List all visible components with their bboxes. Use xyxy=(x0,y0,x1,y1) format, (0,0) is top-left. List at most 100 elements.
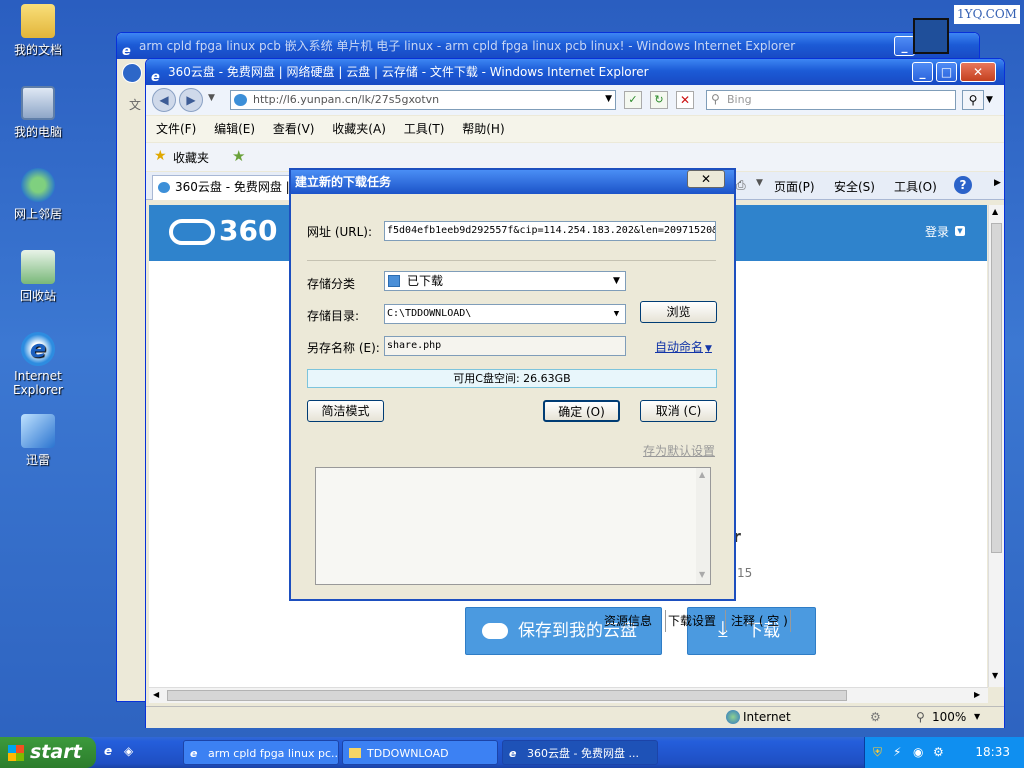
scroll-right-icon[interactable]: ▶ xyxy=(974,690,980,699)
tools-menu[interactable]: 工具(O) xyxy=(894,178,937,195)
browse-button[interactable]: 浏览 xyxy=(640,301,717,323)
login-dropdown-icon[interactable]: ▼ xyxy=(955,226,965,236)
minimize-button[interactable]: _ xyxy=(912,62,933,82)
new-download-dialog[interactable]: 建立新的下载任务 ✕ 网址 (URL): f5d04efb1eeb9d29255… xyxy=(289,168,791,632)
maximize-button[interactable]: □ xyxy=(936,62,957,82)
menu-edit[interactable]: 编辑(E) xyxy=(214,122,255,136)
status-bar: Internet ⚙ ⚲ 100% ▼ xyxy=(146,706,1004,728)
stop-icon[interactable]: ✕ xyxy=(676,91,694,109)
favorites-label[interactable]: 收藏夹 xyxy=(173,149,209,166)
dialog-close-button[interactable]: ✕ xyxy=(687,170,725,188)
desktop-icon-my-documents[interactable]: 我的文档 xyxy=(6,4,70,58)
thunder-float-icon[interactable] xyxy=(913,18,949,54)
file-date-text: 15 xyxy=(737,566,753,580)
tab-resource-info[interactable]: 资源信息 xyxy=(604,610,666,632)
task-arm-window[interactable]: e arm cpld fpga linux pc... xyxy=(183,740,339,765)
close-button[interactable]: ✕ xyxy=(960,62,996,82)
zoom-dropdown-icon[interactable]: ▼ xyxy=(974,712,980,721)
compatibility-icon[interactable]: ✓ xyxy=(624,91,642,109)
desktop-icon-label: 我的文档 xyxy=(13,43,62,57)
directory-dropdown-icon[interactable]: ▼ xyxy=(609,306,624,322)
desktop-icon-my-computer[interactable]: 我的电脑 xyxy=(6,86,70,140)
add-favorite-icon[interactable]: ★ xyxy=(232,147,245,165)
print-dropdown-icon[interactable]: ▼ xyxy=(756,178,763,188)
menu-help[interactable]: 帮助(H) xyxy=(462,122,504,136)
page-menu[interactable]: 页面(P) xyxy=(774,178,815,195)
network-tray-icon[interactable]: ⚡ xyxy=(893,737,901,768)
zoom-icon[interactable]: ⚲ xyxy=(916,710,925,724)
update-icon[interactable]: ⚙ xyxy=(933,737,944,768)
search-placeholder: Bing xyxy=(727,93,752,106)
protected-mode-icon[interactable]: ⚙ xyxy=(870,710,881,724)
more-commands-icon[interactable]: ▶ xyxy=(994,178,1001,188)
panel-scroll-up-icon[interactable]: ▲ xyxy=(699,470,705,479)
history-dropdown-icon[interactable]: ▼ xyxy=(208,93,215,103)
volume-icon[interactable]: ◉ xyxy=(913,737,923,768)
task-360yunpan[interactable]: e 360云盘 - 免费网盘 ... xyxy=(502,740,658,765)
quicklaunch-ie-icon[interactable]: e xyxy=(104,744,112,758)
menu-file[interactable]: 文件(F) xyxy=(156,122,196,136)
tab-notes[interactable]: 注释 ( 空 ) xyxy=(731,610,791,632)
auto-name-link[interactable]: 自动命名 ▼ xyxy=(655,338,712,355)
ok-button[interactable]: 确定 (O) xyxy=(543,400,620,422)
desktop-icon-internet-explorer[interactable]: e Internet Explorer xyxy=(6,332,70,397)
desktop-icon-network[interactable]: 网上邻居 xyxy=(6,168,70,222)
url-label: 网址 (URL): xyxy=(307,225,373,239)
dialog-divider xyxy=(307,260,716,261)
category-dropdown-icon[interactable]: ▼ xyxy=(609,273,624,289)
category-select[interactable]: 已下载 ▼ xyxy=(384,271,626,291)
system-tray: ⛨ ⚡ ◉ ⚙ 18:33 xyxy=(864,737,1024,768)
security-shield-icon[interactable]: ⛨ xyxy=(873,737,882,768)
ie-icon: e xyxy=(122,44,131,59)
search-input[interactable]: ⚲ Bing xyxy=(706,90,956,110)
refresh-icon[interactable]: ↻ xyxy=(650,91,668,109)
help-icon[interactable]: ? xyxy=(954,176,972,194)
network-icon xyxy=(21,168,55,202)
menu-bar: 文件(F) 编辑(E) 查看(V) 收藏夹(A) 工具(T) 帮助(H) xyxy=(146,116,1004,142)
back-arrow-icon[interactable]: ◀ xyxy=(152,88,176,112)
tab-download-settings[interactable]: 下载设置 xyxy=(668,610,726,632)
scroll-up-icon[interactable]: ▲ xyxy=(992,207,998,216)
url-field[interactable]: f5d04efb1eeb9d292557f&cip=114.254.183.20… xyxy=(384,221,716,241)
search-button[interactable]: ⚲ xyxy=(962,90,984,110)
desktop-icon-recycle-bin[interactable]: 回收站 xyxy=(6,250,70,304)
save-default-link[interactable]: 存为默认设置 xyxy=(643,442,715,459)
desktop-icon-thunder[interactable]: 迅雷 xyxy=(6,414,70,468)
horizontal-scroll-thumb[interactable] xyxy=(167,690,847,701)
quicklaunch-thunder-icon[interactable]: ◈ xyxy=(124,744,133,758)
category-folder-icon xyxy=(388,275,400,287)
vertical-scrollbar[interactable]: ▲ ▼ xyxy=(988,205,1004,687)
cancel-button[interactable]: 取消 (C) xyxy=(640,400,717,422)
directory-select[interactable]: C:\TDDOWNLOAD\ ▼ xyxy=(384,304,626,324)
simple-mode-button[interactable]: 简洁模式 xyxy=(307,400,384,422)
panel-scroll-down-icon[interactable]: ▼ xyxy=(699,570,705,579)
print-icon[interactable]: ⎙ xyxy=(736,178,746,193)
dialog-title[interactable]: 建立新的下载任务 xyxy=(291,170,734,194)
start-button[interactable]: start xyxy=(0,737,96,768)
back-icon[interactable] xyxy=(122,63,142,83)
back-window-title[interactable]: e arm cpld fpga linux pcb 嵌入系统 单片机 电子 li… xyxy=(117,33,979,59)
vertical-scroll-thumb[interactable] xyxy=(991,223,1002,553)
menu-tools[interactable]: 工具(T) xyxy=(404,122,445,136)
task-tddownload[interactable]: TDDOWNLOAD xyxy=(342,740,498,765)
windows-logo-icon xyxy=(8,745,24,761)
favorites-star-icon[interactable]: ★ xyxy=(154,148,167,164)
menu-view[interactable]: 查看(V) xyxy=(273,122,315,136)
menu-favorites[interactable]: 收藏夹(A) xyxy=(332,122,386,136)
saveas-field[interactable]: share.php xyxy=(384,336,626,356)
search-options-icon[interactable]: ▼ xyxy=(986,90,1000,110)
ie-window-title[interactable]: e 360云盘 - 免费网盘 | 网络硬盘 | 云盘 | 云存储 - 文件下载 … xyxy=(146,59,1004,85)
minimize-button[interactable]: _ xyxy=(894,36,915,56)
tab-360yunpan[interactable]: 360云盘 - 免费网盘 | 网 xyxy=(152,175,302,200)
clock: 18:33 xyxy=(975,745,1010,759)
panel-scrollbar[interactable]: ▲ ▼ xyxy=(696,468,710,584)
scroll-down-icon[interactable]: ▼ xyxy=(992,671,998,680)
horizontal-scrollbar[interactable]: ◀ ▶ xyxy=(149,687,988,703)
scroll-left-icon[interactable]: ◀ xyxy=(153,690,159,699)
forward-arrow-icon[interactable]: ▶ xyxy=(179,88,203,112)
zoom-level[interactable]: 100% xyxy=(932,710,966,724)
address-dropdown-icon[interactable]: ▼ xyxy=(605,94,612,104)
address-bar[interactable]: http://l6.yunpan.cn/lk/27s5gxotvn ▼ xyxy=(230,90,616,110)
login-link[interactable]: 登录 xyxy=(925,223,949,240)
safety-menu[interactable]: 安全(S) xyxy=(834,178,875,195)
